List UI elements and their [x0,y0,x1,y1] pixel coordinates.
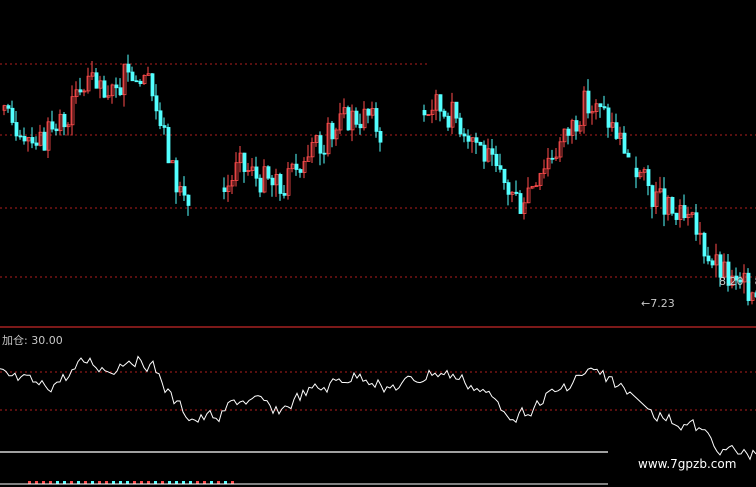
candle-body [130,71,135,82]
candle-body [298,169,303,173]
candle-body [614,122,619,139]
candle-body [682,205,687,219]
candle-body [626,152,631,158]
candle-body [242,152,247,172]
candle-body [478,141,483,146]
candle-body [50,121,55,130]
candle-body [174,160,179,193]
low-price-annotation: ←7.23 [641,297,675,310]
candle-body [378,131,383,143]
candle-body [6,105,11,109]
candle-body [166,127,171,164]
candle-body [586,90,591,114]
candle-body [438,94,443,112]
candle-body [346,107,351,131]
chart-canvas [0,54,756,485]
candle-body [622,132,627,154]
candle-body [598,103,603,108]
candle-body [498,165,503,170]
candle-body [182,186,187,196]
candle-body [266,166,271,179]
candle-body [446,115,451,128]
candle-body [602,106,607,109]
candle-body [662,188,667,215]
candle-body [718,254,723,278]
candle-body [322,152,327,155]
candle-body [54,128,59,132]
candle-body [442,110,447,117]
candle-body [514,191,519,194]
indicator-line [0,355,756,461]
candle-body [258,177,263,193]
candle-body [270,177,275,186]
candle-body [154,95,159,112]
indicator-label: 加仓: 30.00 [2,334,63,347]
candle-body [366,108,371,116]
candle-body [670,196,675,214]
candle-body [358,123,363,129]
candle-body [150,73,155,97]
candle-body [494,153,499,167]
candle-body [282,193,287,196]
candle-body [566,128,571,136]
candle-body [62,113,67,128]
candle-body [126,63,131,73]
candle-body [318,135,323,154]
candle-body [162,125,167,128]
candle-body [550,157,555,160]
candle-body [14,122,19,137]
candle-body [18,135,23,138]
candle-body [422,110,427,116]
candle-body [458,117,463,135]
candle-body [294,163,299,170]
candle-body [22,135,27,142]
candle-body [134,80,139,83]
candle-body [30,137,35,144]
candle-body [138,80,143,85]
candle-body [646,169,651,186]
candle-body [574,120,579,132]
candle-body [354,110,359,125]
candle-body [606,107,611,128]
candle-body [466,135,471,142]
candle-body [454,101,459,119]
candle-body [674,212,679,220]
candle-body [118,87,123,96]
candle-body [186,194,191,206]
candle-body [706,255,711,262]
candle-body [702,232,707,257]
candlestick-series [2,54,756,306]
candle-body [374,108,379,132]
candle-body [158,110,163,127]
candle-body [102,80,107,98]
candle-body [278,174,283,194]
candle-body [474,137,479,143]
candle-body [10,107,15,123]
candle-body [222,187,227,192]
candle-body [710,260,715,266]
candle-body [78,89,83,93]
candle-body [518,193,523,214]
price-range-annotation: 8.20 - 8 [719,275,756,288]
candle-body [506,182,511,195]
candle-body [650,185,655,207]
candle-body [502,168,507,184]
candle-body [490,148,495,155]
candle-body [42,131,47,151]
candle-body [254,166,259,179]
candle-body [694,212,699,235]
candle-body [330,122,335,140]
watermark: www.7gpzb.com [638,457,737,471]
candle-body [94,72,99,89]
candle-body [462,133,467,137]
candle-body [114,84,119,89]
candle-body [482,144,487,162]
candle-body [34,142,39,146]
candle-body [634,167,639,178]
